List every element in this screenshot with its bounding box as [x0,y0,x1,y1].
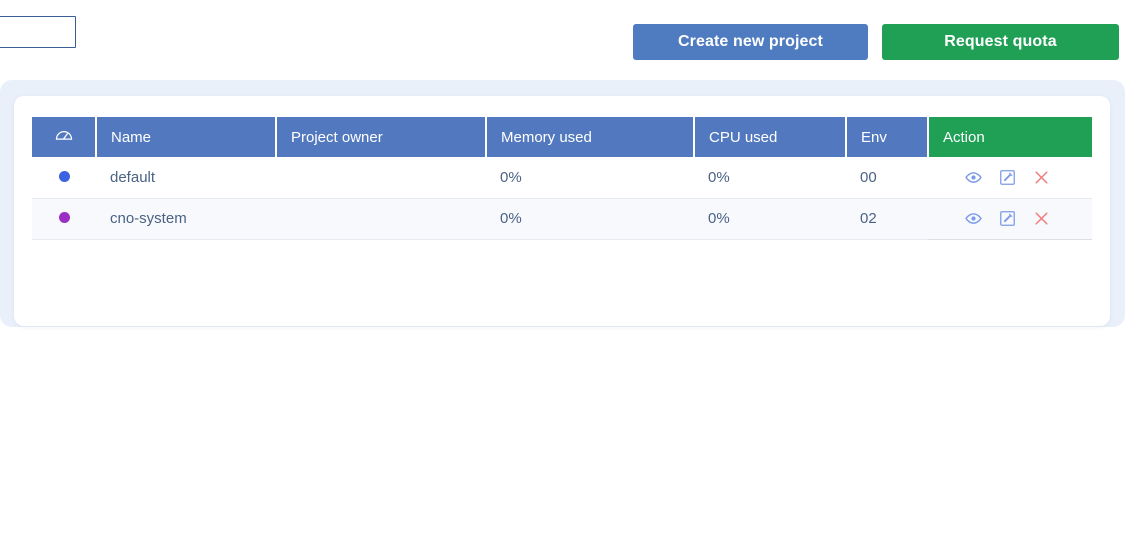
cell-cpu-used: 0% [694,198,846,240]
view-icon[interactable] [964,168,982,186]
delete-icon[interactable] [1032,168,1050,186]
column-header-cpu-used[interactable]: CPU used [694,117,847,157]
cell-memory-used: 0% [486,198,694,240]
status-dot [58,170,70,182]
project-list-page: Create new project Request quota Name Pr… [0,0,1141,551]
table-row[interactable]: cno-system 0% 0% 02 [32,198,1092,240]
table-body: default 0% 0% 00 cno-system 0% 0% 02 [32,157,1092,240]
table-header: Name Project owner Memory used CPU used … [32,117,1092,157]
name-input[interactable] [0,16,76,48]
column-header-name[interactable]: Name [96,117,277,157]
view-icon[interactable] [964,210,982,228]
cell-cpu-used: 0% [694,157,846,199]
cell-name: cno-system [96,198,276,240]
cell-name: default [96,157,276,199]
edit-icon[interactable] [998,168,1016,186]
create-new-project-button[interactable]: Create new project [633,24,868,60]
column-header-project-owner[interactable]: Project owner [276,117,487,157]
row-status-dot-cell [32,157,96,199]
cell-actions [928,157,1092,199]
projects-card: Name Project owner Memory used CPU used … [14,96,1110,326]
column-header-action[interactable]: Action [928,117,1092,157]
table-row[interactable]: default 0% 0% 00 [32,157,1092,199]
cell-project-owner [276,157,486,199]
status-dot [58,212,70,223]
content-shell: Name Project owner Memory used CPU used … [0,80,1125,327]
page-toolbar: Create new project Request quota [0,0,1141,78]
column-header-status-icon[interactable] [32,117,97,157]
cell-actions [928,198,1092,240]
cell-env: 00 [846,157,928,199]
projects-table: Name Project owner Memory used CPU used … [32,117,1092,240]
dashboard-gauge-icon [32,125,95,149]
edit-icon[interactable] [998,210,1016,228]
request-quota-button[interactable]: Request quota [882,24,1119,60]
cell-env: 02 [846,198,928,240]
row-status-dot-cell [32,198,96,240]
cell-project-owner [276,198,486,240]
column-header-env[interactable]: Env [846,117,929,157]
cell-memory-used: 0% [486,157,694,199]
column-header-memory-used[interactable]: Memory used [486,117,695,157]
row-actions [942,168,1078,186]
row-actions [942,210,1078,228]
table-header-row: Name Project owner Memory used CPU used … [32,117,1092,157]
delete-icon[interactable] [1032,210,1050,228]
